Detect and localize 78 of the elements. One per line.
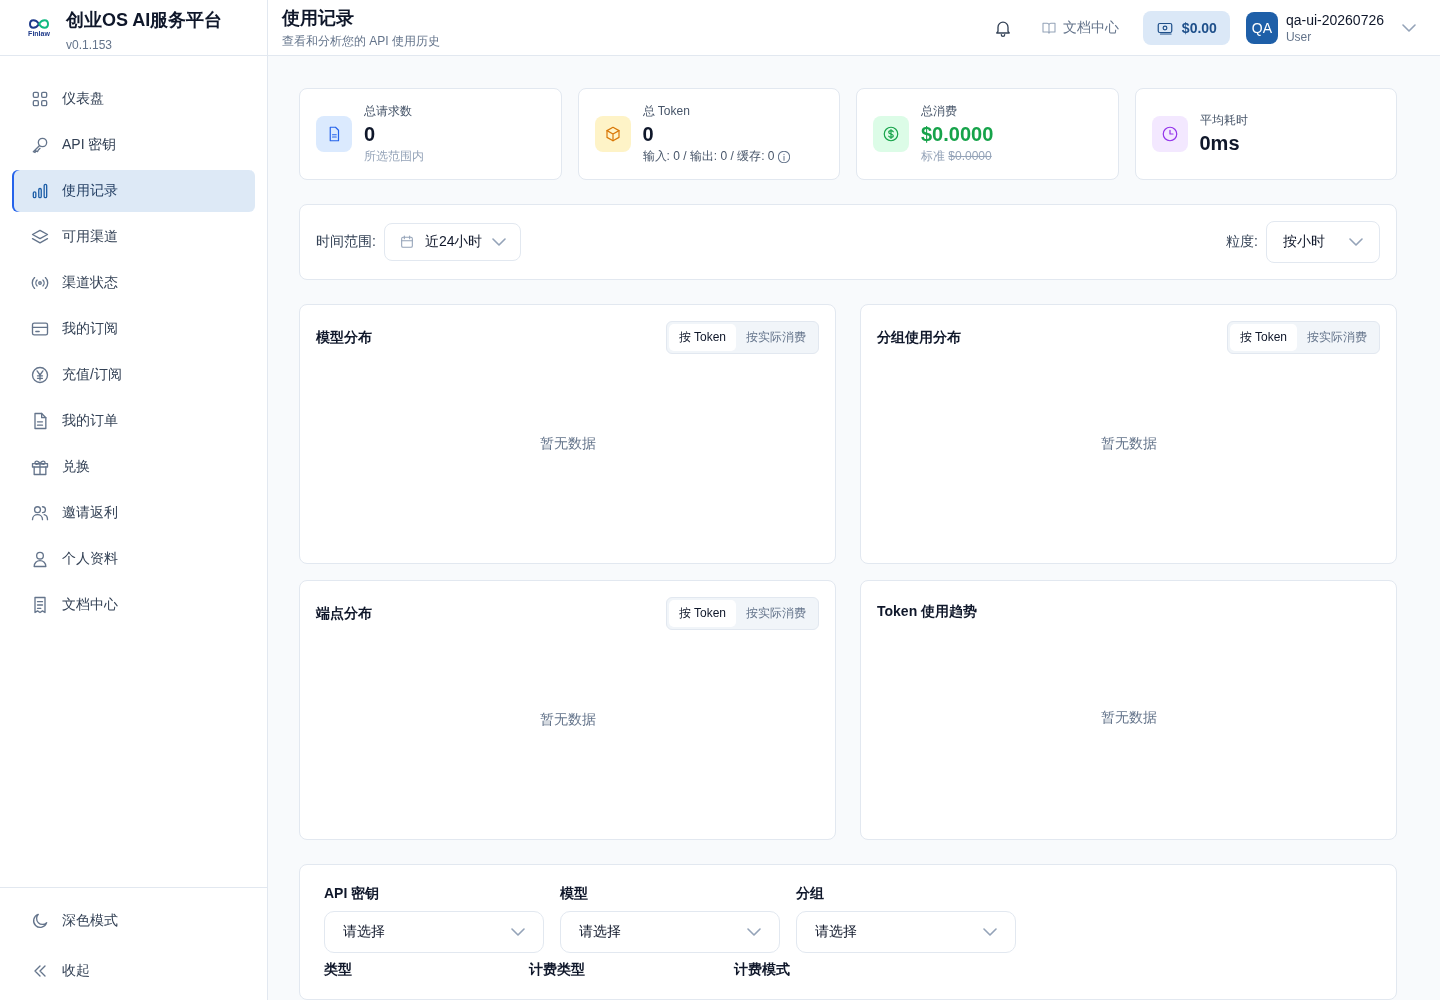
sidebar-item[interactable]: 我的订单	[12, 400, 255, 442]
panel-title: 模型分布	[316, 328, 372, 347]
chevron-down-icon	[747, 928, 761, 936]
empty-message: 暂无数据	[539, 434, 596, 453]
bar-chart-icon	[30, 181, 50, 201]
stat-subtext: 标准 $0.0000	[921, 148, 992, 165]
filter-dropdown[interactable]: 请选择	[796, 911, 1016, 953]
toggle-option[interactable]: 按 Token	[668, 324, 736, 351]
moon-icon	[30, 911, 50, 931]
balance-button[interactable]: $0.00	[1142, 10, 1230, 45]
toggle-option[interactable]: 按实际消费	[736, 600, 816, 627]
empty-message: 暂无数据	[1100, 434, 1157, 453]
stat-value: $0.0000	[921, 123, 994, 146]
stat-label: 总 Token	[642, 103, 691, 120]
user-role: User	[1285, 29, 1313, 44]
filter-label: 计费类型	[529, 961, 586, 979]
toggle-option[interactable]: 按 Token	[668, 600, 736, 627]
calendar-icon	[398, 234, 415, 250]
sidebar-item[interactable]: 可用渠道	[12, 216, 255, 258]
sidebar-item[interactable]: 邀请返利	[12, 492, 255, 534]
filter-label: 计费模式	[734, 961, 791, 979]
sidebar-item[interactable]: 渠道状态	[12, 262, 255, 304]
stat-label: 总请求数	[364, 103, 413, 120]
toggle-option[interactable]: 按实际消费	[1297, 324, 1377, 351]
theme-toggle[interactable]: 深色模式	[12, 900, 255, 942]
toggle-option[interactable]: 按实际消费	[736, 324, 816, 351]
grid-icon	[30, 89, 50, 109]
chevron-down-icon	[1349, 238, 1363, 246]
username: qa-ui-20260726	[1285, 11, 1384, 28]
cube-icon	[603, 125, 622, 143]
sidebar-item[interactable]: 兑换	[12, 446, 255, 488]
docs-link[interactable]: 文档中心	[1032, 14, 1127, 41]
clock-icon	[1160, 125, 1179, 143]
stat-label: 平均耗时	[1199, 111, 1248, 129]
dollar-icon	[882, 125, 900, 143]
chevron-down-icon	[983, 928, 997, 936]
user-avatar[interactable]: QA	[1245, 11, 1278, 44]
chevron-down-icon	[1402, 23, 1416, 32]
panel-title: 分组使用分布	[877, 328, 961, 347]
sidebar-item[interactable]: 充值/订阅	[12, 354, 255, 396]
sidebar-item[interactable]: 仪表盘	[12, 78, 255, 120]
yen-icon	[30, 365, 50, 385]
stat-value: 0	[364, 123, 377, 146]
panel-title: 端点分布	[316, 604, 372, 623]
stat-subtext: 输入: 0 / 输出: 0 / 缓存: 0	[642, 148, 775, 165]
sidebar-item[interactable]: 个人资料	[12, 538, 255, 580]
filter-dropdown[interactable]: 请选择	[324, 911, 544, 953]
filter-label: 类型	[324, 961, 353, 979]
panel-title: Token 使用趋势	[877, 603, 978, 621]
filter-label: 分组	[796, 885, 825, 903]
sidebar-item[interactable]: 使用记录	[12, 170, 255, 212]
toggle-option[interactable]: 按 Token	[1229, 324, 1297, 351]
stat-label: 总消费	[921, 103, 958, 120]
stat-value: 0	[642, 123, 655, 146]
empty-message: 暂无数据	[539, 710, 596, 729]
granularity-dropdown[interactable]: 按小时	[1266, 221, 1380, 263]
granularity-label: 粒度:	[1226, 233, 1258, 251]
stat-value: 0ms	[1199, 131, 1241, 155]
chevron-down-icon	[511, 928, 525, 936]
gift-icon	[30, 457, 50, 477]
range-label: 时间范围:	[316, 233, 376, 251]
key-icon	[30, 135, 50, 155]
sidebar-item[interactable]: 文档中心	[12, 584, 255, 626]
filter-label: 模型	[560, 885, 589, 903]
collapse-button[interactable]: 收起	[12, 950, 255, 992]
page-title: 使用记录	[282, 6, 355, 30]
version-label: v0.1.153	[66, 37, 114, 52]
sidebar-item[interactable]: API 密钥	[12, 124, 255, 166]
app-title: 创业OS AI服务平台	[66, 8, 223, 32]
filter-label: API 密钥	[324, 885, 381, 903]
filter-dropdown[interactable]: 请选择	[560, 911, 780, 953]
sidebar-item[interactable]: 我的订阅	[12, 308, 255, 350]
empty-message: 暂无数据	[1100, 709, 1157, 727]
page-subtitle: 查看和分析您的 API 使用历史	[282, 32, 440, 50]
chevron-down-icon	[492, 238, 507, 246]
users-icon	[30, 503, 50, 523]
stat-subtext: 所选范围内	[364, 148, 424, 165]
range-dropdown[interactable]: 近24小时	[383, 223, 522, 261]
